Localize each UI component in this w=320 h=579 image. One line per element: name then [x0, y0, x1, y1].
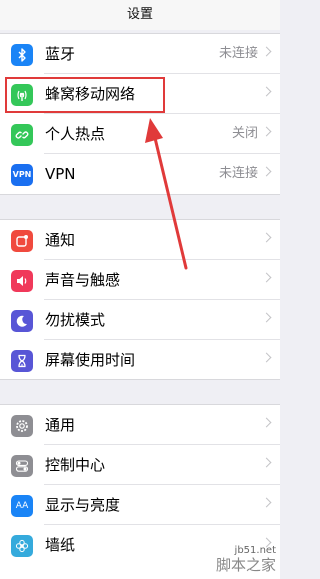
gear-icon [11, 415, 33, 437]
settings-row-label: 墙纸 [45, 536, 76, 554]
nav-bar: 设置 [0, 0, 280, 30]
settings-row-bluetooth[interactable]: 蓝牙 未连接 [0, 34, 280, 74]
bluetooth-status: 未连接 [218, 46, 258, 61]
chevron-right-icon [261, 232, 272, 243]
hotspot-chain-icon [11, 124, 33, 146]
notifications-group: 通知 声音与触感 勿扰模式 屏幕使用时间 [0, 219, 280, 380]
bluetooth-icon [11, 44, 33, 66]
settings-row-cellular[interactable]: 蜂窝移动网络 [0, 74, 280, 114]
speaker-icon [11, 270, 33, 292]
notifications-icon [11, 230, 33, 252]
settings-row-label: 蓝牙 [45, 45, 76, 63]
page-title: 设置 [126, 7, 153, 22]
connectivity-group: 蓝牙 未连接 蜂窝移动网络 个人热点 关闭 VPN VPN 未连接 [0, 33, 280, 195]
settings-row-label: 声音与触感 [45, 271, 121, 289]
vpn-icon: VPN [11, 164, 33, 186]
settings-row-general[interactable]: 通用 [0, 405, 280, 445]
chevron-right-icon [261, 497, 272, 508]
settings-row-label: 蜂窝移动网络 [45, 85, 136, 103]
settings-row-vpn[interactable]: VPN VPN 未连接 [0, 154, 280, 194]
settings-row-label: 通用 [45, 416, 76, 434]
chevron-right-icon [261, 272, 272, 283]
general-group: 通用 控制中心 AA 显示与亮度 墙纸 [0, 404, 280, 579]
chevron-right-icon [261, 312, 272, 323]
antenna-icon [11, 84, 33, 106]
settings-row-notifications[interactable]: 通知 [0, 220, 280, 260]
settings-row-label: 通知 [45, 231, 76, 249]
chevron-right-icon [261, 457, 272, 468]
toggles-icon [11, 455, 33, 477]
flower-icon [11, 535, 33, 557]
settings-row-display[interactable]: AA 显示与亮度 [0, 485, 280, 525]
chevron-right-icon [261, 166, 272, 177]
hourglass-icon [11, 350, 33, 372]
chevron-right-icon [261, 417, 272, 428]
settings-row-label: 勿扰模式 [45, 311, 106, 329]
moon-icon [11, 310, 33, 332]
settings-row-label: 控制中心 [45, 456, 106, 474]
text-size-icon: AA [11, 495, 33, 517]
settings-row-do-not-disturb[interactable]: 勿扰模式 [0, 300, 280, 340]
chevron-right-icon [261, 537, 272, 548]
chevron-right-icon [261, 352, 272, 363]
settings-row-label: 屏幕使用时间 [45, 351, 136, 369]
settings-row-label: 显示与亮度 [45, 496, 121, 514]
settings-row-label: VPN [45, 165, 76, 183]
settings-row-control-center[interactable]: 控制中心 [0, 445, 280, 485]
chevron-right-icon [261, 126, 272, 137]
hotspot-status: 关闭 [231, 126, 258, 141]
vpn-status: 未连接 [218, 166, 258, 181]
settings-row-label: 个人热点 [45, 125, 106, 143]
settings-row-sounds[interactable]: 声音与触感 [0, 260, 280, 300]
chevron-right-icon [261, 86, 272, 97]
settings-row-screen-time[interactable]: 屏幕使用时间 [0, 340, 280, 380]
settings-row-hotspot[interactable]: 个人热点 关闭 [0, 114, 280, 154]
settings-row-wallpaper[interactable]: 墙纸 [0, 525, 280, 565]
chevron-right-icon [261, 46, 272, 57]
